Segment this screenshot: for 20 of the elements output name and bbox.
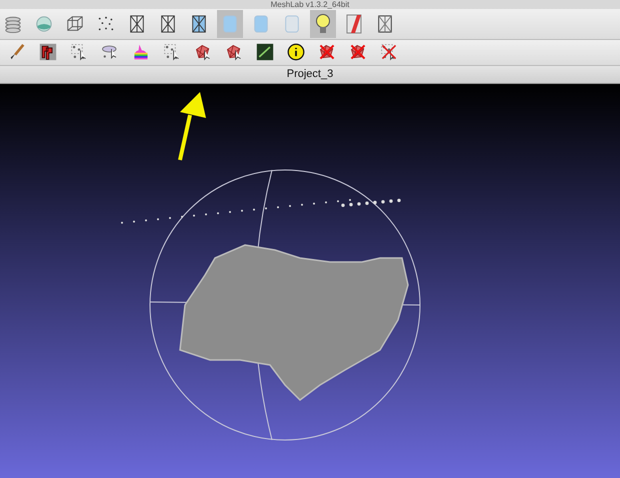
select-vertices-icon: [380, 41, 398, 64]
select-vertices-icon: [70, 41, 88, 64]
window-title: MeshLab v1.3.2_64bit: [270, 0, 350, 9]
cylinder-icon: [252, 12, 270, 35]
wireframe-icon: [159, 12, 177, 35]
info-icon: [287, 41, 305, 64]
wireframe-icon: [190, 12, 208, 35]
wireframe-icon: [376, 12, 394, 35]
light-bulb-icon: [314, 12, 332, 35]
cylinder-icon: [221, 12, 239, 35]
globe-icon: [35, 14, 53, 34]
cylinder-icon: [283, 12, 301, 35]
project-tab[interactable]: Project_3: [286, 68, 334, 80]
color-icon: [345, 12, 363, 35]
select-vertices-icon: [163, 41, 181, 64]
3d-viewport[interactable]: [0, 84, 620, 478]
toolbar-button[interactable]: [310, 10, 336, 38]
wireframe-icon: [128, 12, 146, 35]
annotation-arrow: [178, 92, 206, 160]
cube-icon: [66, 14, 84, 34]
